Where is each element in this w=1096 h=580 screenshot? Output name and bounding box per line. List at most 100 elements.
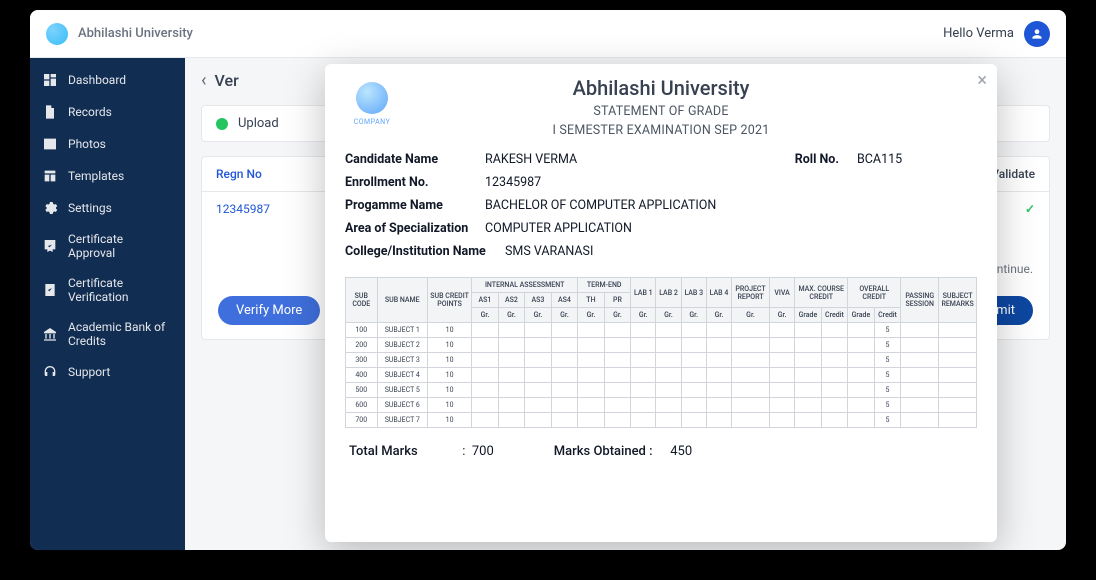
sidebar-item-cert-verification[interactable]: Certificate Verification	[30, 268, 185, 312]
label-enroll: Enrollment No.	[345, 175, 485, 190]
bank-icon	[42, 326, 58, 342]
th-gr: Gr.	[604, 308, 631, 323]
th-lab3: LAB 3	[681, 278, 706, 308]
sidebar-item-label: Templates	[68, 169, 124, 183]
sidebar-item-label: Records	[68, 105, 112, 119]
th-gr: Gr.	[578, 308, 605, 323]
th-lab4: LAB 4	[706, 278, 731, 308]
sidebar-item-support[interactable]: Support	[30, 356, 185, 388]
marks-obtained-label: Marks Obtained :	[554, 444, 664, 459]
th-gr: Gr.	[551, 308, 578, 323]
th-remarks: SUBJECT REMARKS	[939, 278, 977, 323]
sidebar-item-settings[interactable]: Settings	[30, 192, 185, 224]
template-icon	[42, 168, 58, 184]
institution-heading: Abhilashi University STATEMENT OF GRADE …	[345, 76, 977, 138]
institution-logo: COMPANY	[349, 82, 395, 126]
th-gr: Gr.	[498, 308, 525, 323]
value-roll: BCA115	[857, 152, 977, 167]
th-gr: Gr.	[769, 308, 794, 323]
sidebar-item-label: Academic Bank of Credits	[68, 320, 173, 348]
grade-row: 600SUBJECT 6105	[346, 398, 977, 413]
th-grade: Grade	[848, 308, 875, 323]
globe-icon	[356, 82, 388, 114]
th-as4: AS4	[551, 293, 578, 308]
sidebar-item-templates[interactable]: Templates	[30, 160, 185, 192]
th-viva: VIVA	[769, 278, 794, 308]
cert-verify-icon	[42, 282, 58, 298]
label-roll: Roll No.	[777, 152, 857, 167]
app-window: Abhilashi University Hello Verma Dashboa…	[30, 10, 1066, 550]
gear-icon	[42, 200, 58, 216]
grade-row: 500SUBJECT 5105	[346, 383, 977, 398]
grade-row: 700SUBJECT 7105	[346, 413, 977, 428]
th-gr: Gr.	[656, 308, 681, 323]
brand-name: Abhilashi University	[78, 26, 193, 41]
back-icon[interactable]: ‹	[201, 70, 207, 91]
sidebar-item-label: Certificate Verification	[68, 276, 173, 304]
total-marks-value: 700	[472, 444, 494, 459]
dashboard-icon	[42, 72, 58, 88]
th-lab2: LAB 2	[656, 278, 681, 308]
grade-row: 100SUBJECT 1105	[346, 323, 977, 338]
label-candidate-name: Candidate Name	[345, 152, 485, 167]
user-icon	[1030, 27, 1044, 41]
th-sub-name: SUB NAME	[377, 278, 427, 323]
marks-obtained-value: 450	[670, 444, 692, 459]
grade-statement-modal: × COMPANY Abhilashi University STATEMENT…	[325, 64, 997, 542]
sidebar-item-label: Settings	[68, 201, 112, 215]
close-icon[interactable]: ×	[977, 70, 987, 91]
sidebar-item-academic-bank[interactable]: Academic Bank of Credits	[30, 312, 185, 356]
th-term-end: TERM-END	[578, 278, 631, 293]
th-credit: Credit	[874, 308, 901, 323]
th-gr: Gr.	[732, 308, 770, 323]
th-overall-credit: OVERALL CREDIT	[848, 278, 901, 308]
col-validate: Validate	[991, 167, 1035, 181]
verify-more-button[interactable]: Verify More	[218, 296, 320, 325]
sidebar-item-label: Support	[68, 365, 110, 379]
value-spec: COMPUTER APPLICATION	[485, 221, 977, 236]
headset-icon	[42, 364, 58, 380]
th-lab1: LAB 1	[631, 278, 656, 308]
sidebar: Dashboard Records Photos Templates Setti…	[30, 58, 185, 550]
col-regn: Regn No	[216, 167, 336, 181]
sidebar-item-records[interactable]: Records	[30, 96, 185, 128]
file-icon	[42, 104, 58, 120]
exam-session: I SEMESTER EXAMINATION SEP 2021	[345, 123, 977, 138]
value-college: SMS VARANASI	[505, 244, 977, 259]
th-credit: Credit	[821, 308, 848, 323]
grade-table: SUB CODE SUB NAME SUB CREDIT POINTS INTE…	[345, 277, 977, 428]
th-gr: Gr.	[706, 308, 731, 323]
totals-row: Total Marks : 700 Marks Obtained : 450	[345, 428, 977, 463]
user-area[interactable]: Hello Verma	[943, 21, 1050, 47]
kv-candidate: Candidate Name RAKESH VERMA Roll No. BCA…	[345, 148, 977, 171]
cert-approval-icon	[42, 238, 58, 254]
th-gr: Gr.	[631, 308, 656, 323]
th-gr: Gr.	[472, 308, 499, 323]
sidebar-item-photos[interactable]: Photos	[30, 128, 185, 160]
th-internal: INTERNAL ASSESSMENT	[472, 278, 578, 293]
sidebar-item-dashboard[interactable]: Dashboard	[30, 64, 185, 96]
total-marks-label: Total Marks	[349, 444, 459, 459]
th-sub-code: SUB CODE	[346, 278, 378, 323]
image-icon	[42, 136, 58, 152]
modal-body: COMPANY Abhilashi University STATEMENT O…	[325, 64, 997, 479]
label-programme: Progamme Name	[345, 198, 485, 213]
user-greeting: Hello Verma	[943, 26, 1014, 41]
sidebar-item-label: Photos	[68, 137, 106, 151]
regn-link[interactable]: 12345987	[216, 202, 336, 216]
avatar[interactable]	[1024, 21, 1050, 47]
grade-row: 200SUBJECT 2105	[346, 338, 977, 353]
th-grade: Grade	[795, 308, 822, 323]
th-as2: AS2	[498, 293, 525, 308]
value-enroll: 12345987	[485, 175, 977, 190]
sidebar-item-label: Dashboard	[68, 73, 126, 87]
th-passing: PASSING SESSION	[901, 278, 939, 323]
th-max-credit: MAX. COURSE CREDIT	[795, 278, 848, 308]
topbar: Abhilashi University Hello Verma	[30, 10, 1066, 58]
kv-enroll: Enrollment No. 12345987	[345, 171, 977, 194]
sidebar-item-cert-approval[interactable]: Certificate Approval	[30, 224, 185, 268]
grade-row: 300SUBJECT 3105	[346, 353, 977, 368]
value-programme: BACHELOR OF COMPUTER APPLICATION	[485, 198, 977, 213]
value-candidate-name: RAKESH VERMA	[485, 152, 777, 167]
upload-label: Upload	[238, 116, 279, 131]
